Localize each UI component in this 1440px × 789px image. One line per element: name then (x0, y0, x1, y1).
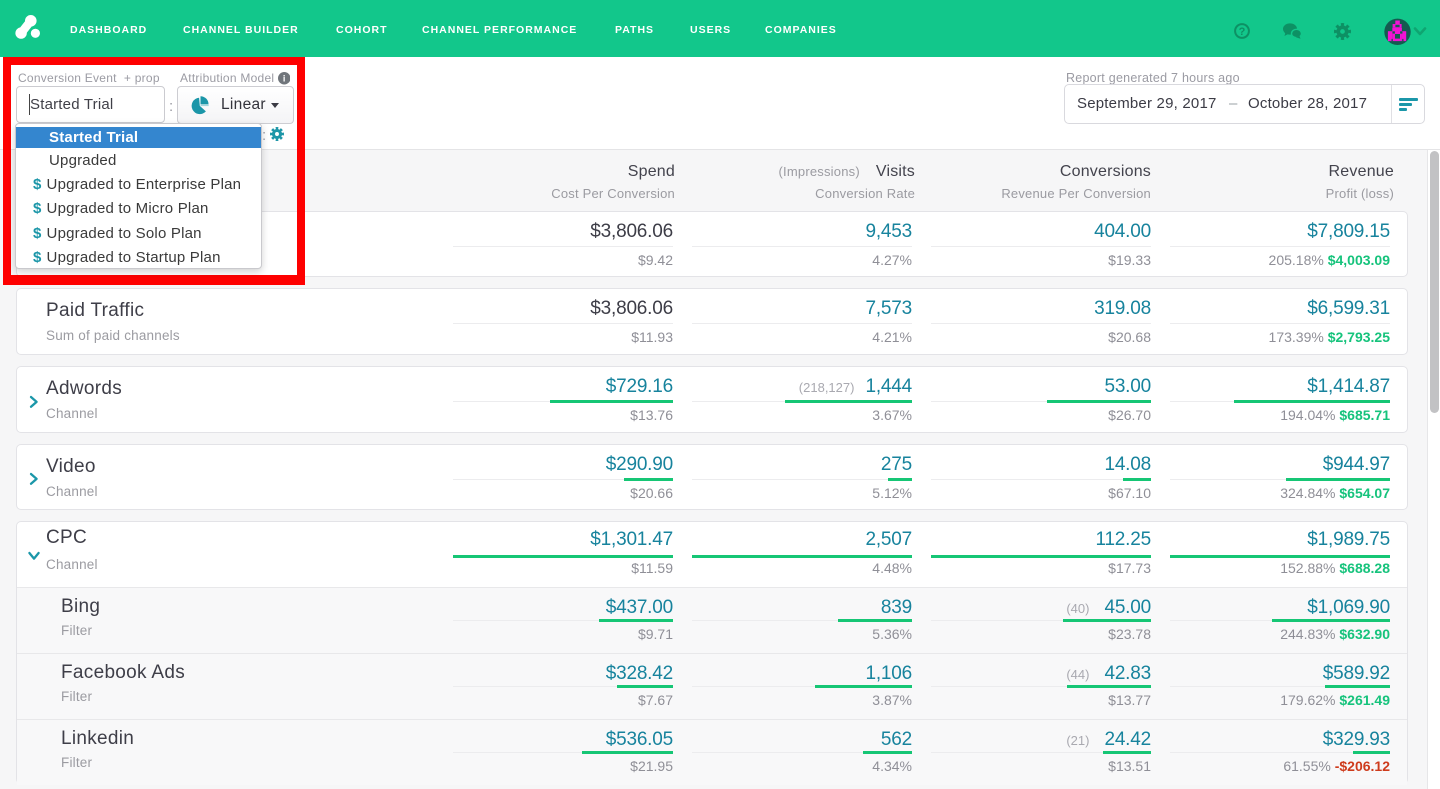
svg-text:?: ? (1239, 26, 1246, 38)
